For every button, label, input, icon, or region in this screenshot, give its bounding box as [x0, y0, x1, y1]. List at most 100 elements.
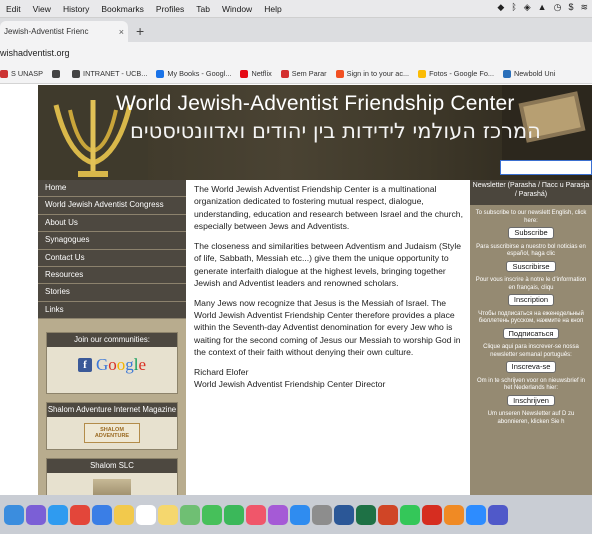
newsletter-language-block: Para suscribirse a nuestro bol noticias …: [470, 239, 592, 272]
podcasts-icon[interactable]: [268, 504, 288, 525]
calendar-icon[interactable]: [136, 504, 156, 525]
browser-tab-strip: Jewish-Adventist Frienc × +: [0, 18, 592, 42]
zoom-icon[interactable]: [466, 504, 486, 525]
nav-contact-us[interactable]: Contact Us: [38, 249, 186, 267]
newsletter-instruction: To subscribe to our newslett English, cl…: [475, 210, 587, 224]
bookmark-label: Sem Parar: [291, 69, 327, 78]
google-plus-link[interactable]: f Google: [47, 347, 177, 383]
bookmark-label: My Books - Googl...: [167, 69, 232, 78]
newsletter-instruction: Clique aqui para inscrever-se nossa news…: [483, 344, 579, 358]
nav-home[interactable]: Home: [38, 180, 186, 198]
whatsapp-icon[interactable]: [400, 504, 420, 525]
clock-icon[interactable]: ◷: [554, 2, 562, 13]
word-icon[interactable]: [334, 504, 354, 525]
vlc-icon[interactable]: [444, 504, 464, 525]
bookmark-item[interactable]: Sign in to your ac...: [335, 69, 410, 78]
excel-icon[interactable]: [356, 504, 376, 525]
macos-menu-bar: Edit View History Bookmarks Profiles Tab…: [0, 0, 592, 18]
menu-window[interactable]: Window: [216, 4, 258, 14]
closeness-paragraph: The closeness and similarities between A…: [194, 240, 462, 289]
macos-dock: [0, 495, 592, 534]
nav-synagogues[interactable]: Synagogues: [38, 232, 186, 250]
newsletter-subscribe-button[interactable]: Inscreva-se: [505, 361, 557, 373]
bookmark-label: Sign in to your ac...: [346, 69, 410, 78]
menu-view[interactable]: View: [27, 4, 57, 14]
main-content: The World Jewish Adventist Friendship Ce…: [194, 183, 464, 391]
address-bar[interactable]: wishadventist.org: [0, 42, 592, 64]
bookmark-item[interactable]: [52, 69, 63, 78]
bookmark-item[interactable]: Sem Parar: [280, 69, 327, 78]
close-icon[interactable]: ×: [119, 27, 124, 37]
bookmark-favicon-icon: [156, 69, 165, 78]
newsletter-title: Newsletter (Parasha / Пасс u Parasja / P…: [470, 180, 592, 205]
bookmark-item[interactable]: Newbold Uni: [502, 69, 555, 78]
bookmark-item[interactable]: Fotos - Google Fo...: [418, 69, 494, 78]
acrobat-icon[interactable]: [422, 504, 442, 525]
newsletter-instruction: Чтобы подписаться на еженедельный бюллет…: [478, 310, 584, 325]
teams-icon[interactable]: [488, 504, 508, 525]
newsletter-subscribe-button[interactable]: Subscribe: [508, 227, 554, 239]
browser-tab[interactable]: Jewish-Adventist Frienc ×: [0, 21, 128, 42]
bookmarks-bar: S UNASP INTRANET - UCB... My Books - Googl…: [0, 64, 592, 84]
slc-box: Shalom SLC: [46, 458, 178, 495]
mail-icon[interactable]: [92, 504, 112, 525]
siri-icon[interactable]: [26, 504, 46, 525]
notes-icon[interactable]: [158, 504, 178, 525]
wifi-icon[interactable]: ≋: [580, 2, 588, 13]
newsletter-language-block: To subscribe to our newslett English, cl…: [470, 205, 592, 239]
newsletter-instruction: Om in te schrijven voor on nieuwsbrief i…: [476, 377, 586, 392]
bookmark-item[interactable]: Netflix: [240, 69, 272, 78]
nav-resources[interactable]: Resources: [38, 266, 186, 285]
slc-image[interactable]: [93, 479, 131, 495]
newsletter-instruction: Um unseren Newsletter auf D zu abonniere…: [487, 411, 575, 425]
google-logo[interactable]: Google: [96, 355, 146, 375]
newsletter-language-block: Clique aqui para inscrever-se nossa news…: [470, 339, 592, 373]
drive-icon[interactable]: ▲: [538, 2, 547, 13]
facetime-icon[interactable]: [224, 504, 244, 525]
safari-icon[interactable]: [48, 504, 68, 525]
communities-title: Join our communities:: [47, 333, 177, 347]
shield-icon[interactable]: ◈: [524, 2, 531, 13]
new-tab-button[interactable]: +: [136, 20, 144, 42]
signature-name: Richard Elofer: [194, 366, 249, 377]
menu-profiles[interactable]: Profiles: [150, 4, 190, 14]
newsletter-subscribe-button[interactable]: Inschrijven: [507, 394, 555, 406]
music-icon[interactable]: [246, 504, 266, 525]
menu-edit[interactable]: Edit: [0, 4, 27, 14]
newsletter-subscribe-button[interactable]: Inscription: [507, 294, 555, 306]
nav-about-us[interactable]: About Us: [38, 214, 186, 233]
newsletter-subscribe-button[interactable]: Подписаться: [502, 327, 560, 339]
menu-help[interactable]: Help: [258, 4, 287, 14]
nav-links[interactable]: Links: [38, 301, 186, 320]
url-text[interactable]: wishadventist.org: [0, 48, 70, 58]
nav-stories[interactable]: Stories: [38, 284, 186, 302]
menu-bookmarks[interactable]: Bookmarks: [95, 4, 150, 14]
search-input[interactable]: [500, 160, 592, 175]
bookmark-favicon-icon: [502, 69, 511, 78]
maps-icon[interactable]: [180, 504, 200, 525]
shalom-adventure-logo[interactable]: SHALOM ADVENTURE: [84, 423, 140, 443]
bookmark-favicon-icon: [72, 69, 81, 78]
newsletter-subscribe-button[interactable]: Suscribirse: [506, 260, 556, 272]
communities-box: Join our communities: f Google: [46, 332, 178, 394]
appstore-icon[interactable]: [290, 504, 310, 525]
messages-icon[interactable]: [202, 504, 222, 525]
bookmark-item[interactable]: My Books - Googl...: [156, 69, 231, 78]
photos-icon[interactable]: [114, 504, 134, 525]
bookmark-item[interactable]: INTRANET - UCB...: [72, 69, 147, 78]
bookmark-item[interactable]: S UNASP: [0, 69, 43, 78]
facebook-icon[interactable]: f: [77, 358, 92, 372]
finder-icon[interactable]: [4, 504, 24, 525]
magazine-box: Shalom Adventure Internet Magazine SHALO…: [46, 402, 178, 450]
status-icons: ◆ ᛒ ◈ ▲ ◷ $ ≋: [497, 2, 588, 13]
menu-history[interactable]: History: [57, 4, 95, 14]
powerpoint-icon[interactable]: [378, 504, 398, 525]
dropbox-icon[interactable]: ◆: [497, 2, 504, 13]
menu-tab[interactable]: Tab: [190, 4, 216, 14]
newsletter-instruction: Para suscribirse a nuestro bol noticias …: [476, 243, 586, 258]
chrome-icon[interactable]: [70, 504, 90, 525]
nav-world-jewish-adventist-congress[interactable]: World Jewish Adventist Congress: [38, 197, 186, 215]
bluetooth-icon[interactable]: ᛒ: [511, 2, 516, 13]
preferences-icon[interactable]: [312, 504, 332, 525]
dollar-icon[interactable]: $: [568, 2, 573, 13]
